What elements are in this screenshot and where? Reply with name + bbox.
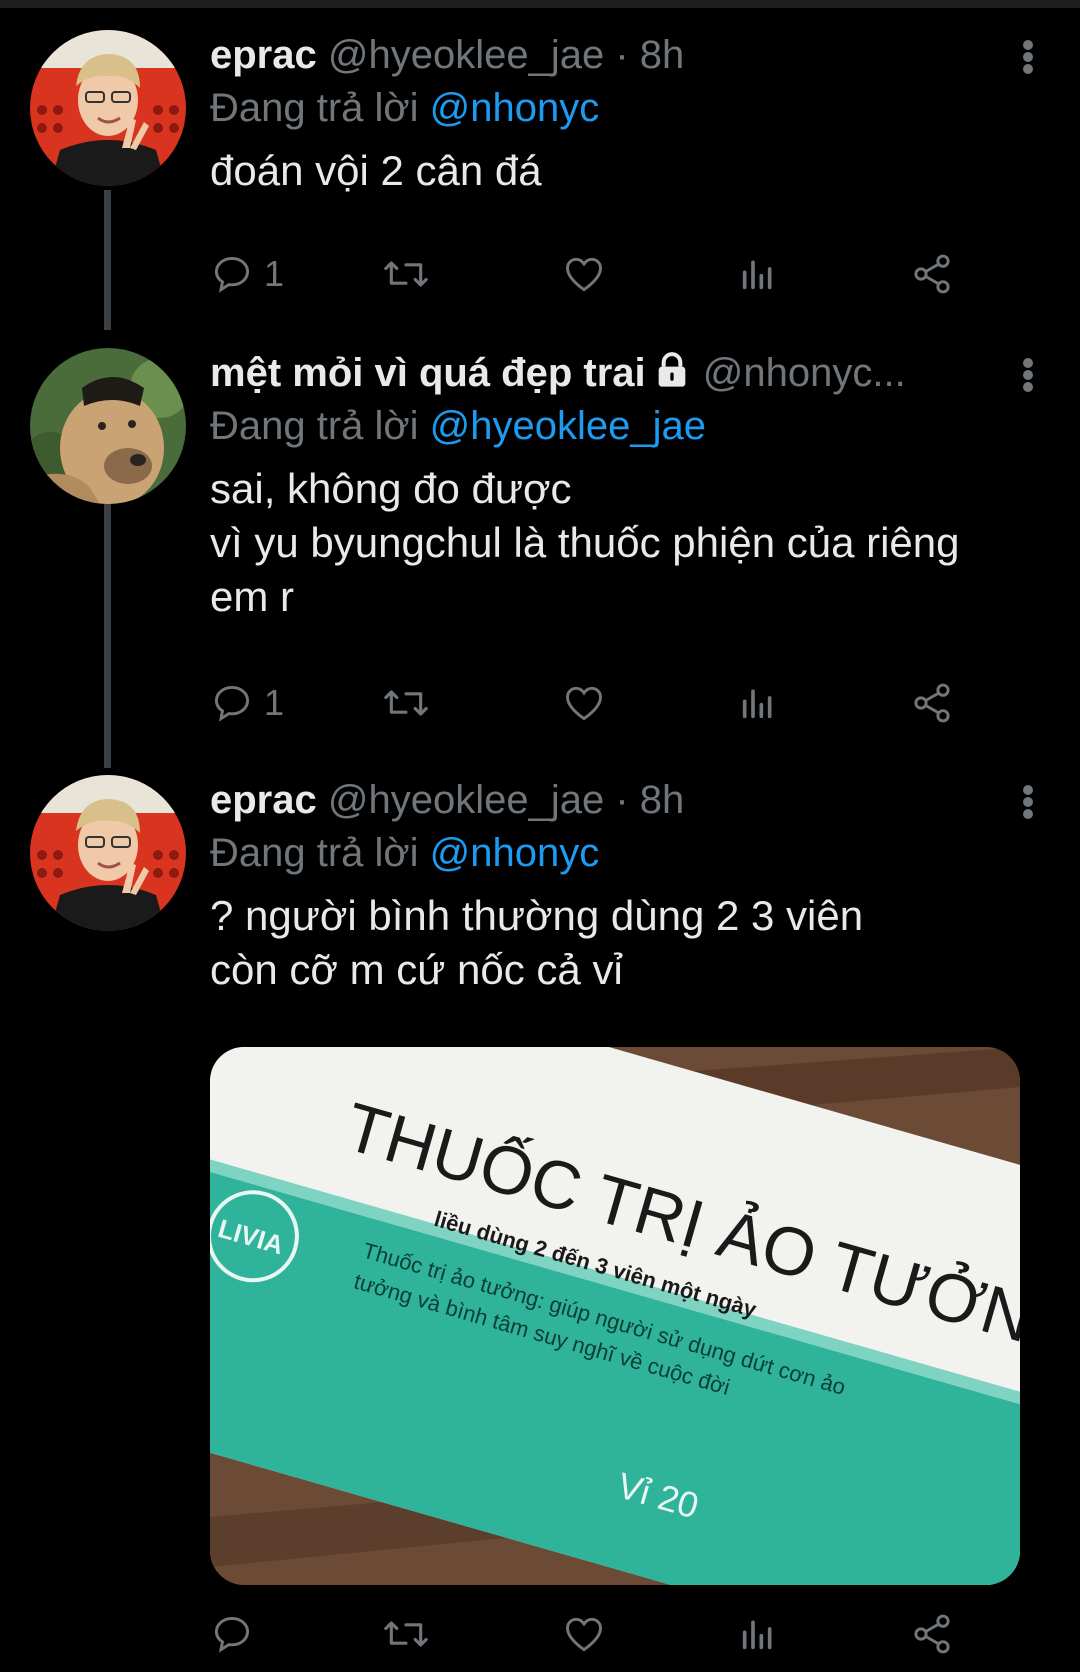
like-button[interactable] bbox=[562, 673, 606, 733]
retweet-icon bbox=[384, 690, 428, 716]
retweet-button[interactable] bbox=[382, 673, 430, 733]
author-handle[interactable]: @hyeoklee_jae bbox=[328, 33, 604, 77]
author-handle[interactable]: @nhonyc... bbox=[703, 351, 906, 395]
avatar[interactable] bbox=[30, 30, 186, 186]
like-button[interactable] bbox=[562, 1604, 606, 1664]
replying-label: Đang trả lời bbox=[210, 404, 419, 448]
analytics-button[interactable] bbox=[738, 244, 778, 304]
reply-icon bbox=[214, 256, 250, 293]
retweet-icon bbox=[384, 1621, 428, 1647]
replying-label: Đang trả lời bbox=[210, 86, 419, 130]
like-icon bbox=[566, 1617, 602, 1652]
share-button[interactable] bbox=[910, 244, 954, 304]
reply-count: 1 bbox=[264, 682, 285, 723]
timestamp[interactable]: · 8h bbox=[615, 33, 684, 77]
lock-icon bbox=[652, 350, 692, 398]
reply-button[interactable]: 1 bbox=[210, 673, 284, 733]
action-bar: 1 bbox=[210, 244, 1010, 304]
retweet-button[interactable] bbox=[382, 244, 430, 304]
share-icon bbox=[914, 254, 950, 294]
retweet-button[interactable] bbox=[382, 1604, 430, 1664]
mention-link[interactable]: @nhonyc bbox=[430, 86, 600, 130]
more-icon[interactable] bbox=[1016, 32, 1040, 80]
tweet[interactable]: eprac @hyeoklee_jae · 8h Đang trả lời @n… bbox=[0, 0, 1080, 330]
author-name[interactable]: mệt mỏi vì quá đẹp trai bbox=[210, 351, 646, 395]
reply-button[interactable]: 1 bbox=[210, 244, 284, 304]
more-icon[interactable] bbox=[1016, 350, 1040, 398]
mention-link[interactable]: @nhonyc bbox=[430, 831, 600, 875]
tweet-media-image[interactable]: THUỐC TRỊ ẢO TƯỞNG liều dùng 2 đến 3 viê… bbox=[210, 1047, 1020, 1585]
avatar[interactable] bbox=[30, 775, 186, 931]
replying-label: Đang trả lời bbox=[210, 831, 419, 875]
author-name[interactable]: eprac bbox=[210, 778, 317, 822]
retweet-icon bbox=[384, 261, 428, 287]
more-icon[interactable] bbox=[1016, 777, 1040, 825]
author-name[interactable]: eprac bbox=[210, 33, 317, 77]
tweet-text: ? người bình thường dùng 2 3 viên còn cỡ… bbox=[210, 892, 864, 993]
tweet-text: đoán vội 2 cân đá bbox=[210, 147, 542, 194]
share-button[interactable] bbox=[910, 1604, 954, 1664]
mention-link[interactable]: @hyeoklee_jae bbox=[430, 404, 706, 448]
reply-icon bbox=[214, 685, 250, 722]
reply-icon bbox=[214, 1616, 250, 1653]
replying-to: Đang trả lời @hyeoklee_jae bbox=[210, 398, 1040, 454]
analytics-button[interactable] bbox=[738, 1604, 778, 1664]
tweet-header: eprac @hyeoklee_jae · 8h bbox=[210, 775, 1040, 825]
share-icon bbox=[914, 683, 950, 723]
author-handle[interactable]: @hyeoklee_jae bbox=[328, 778, 604, 822]
analytics-icon bbox=[742, 260, 772, 290]
replying-to: Đang trả lời @nhonyc bbox=[210, 825, 1040, 881]
tweet-header: eprac @hyeoklee_jae · 8h bbox=[210, 30, 1040, 80]
replying-to: Đang trả lời @nhonyc bbox=[210, 80, 1040, 136]
like-icon bbox=[566, 257, 602, 292]
timestamp[interactable]: · 8h bbox=[615, 778, 684, 822]
avatar[interactable] bbox=[30, 348, 186, 504]
like-icon bbox=[566, 686, 602, 721]
share-icon bbox=[914, 1614, 950, 1654]
reply-button[interactable] bbox=[210, 1604, 254, 1664]
analytics-icon bbox=[742, 1620, 772, 1650]
tweet-text: sai, không đo được vì yu byungchul là th… bbox=[210, 465, 960, 620]
action-bar bbox=[210, 1604, 1010, 1664]
like-button[interactable] bbox=[562, 244, 606, 304]
analytics-icon bbox=[742, 689, 772, 719]
action-bar: 1 bbox=[210, 673, 1010, 733]
analytics-button[interactable] bbox=[738, 673, 778, 733]
share-button[interactable] bbox=[910, 673, 954, 733]
reply-count: 1 bbox=[264, 253, 285, 294]
tweet-header: mệt mỏi vì quá đẹp trai @nhonyc... bbox=[210, 348, 1040, 398]
tweet[interactable]: mệt mỏi vì quá đẹp trai @nhonyc... Đang … bbox=[0, 330, 1080, 730]
